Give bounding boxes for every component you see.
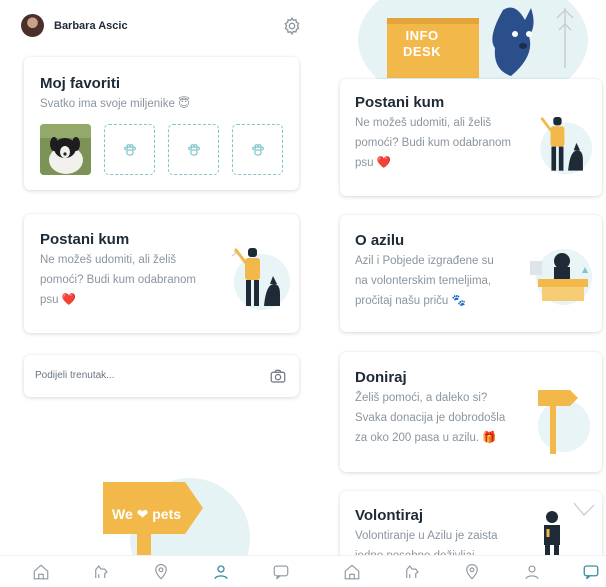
- camera-icon[interactable]: [269, 367, 287, 385]
- donate-title: Doniraj: [355, 369, 407, 386]
- sponsor-card[interactable]: Postani kum Ne možeš udomiti, ali želiš …: [340, 79, 602, 196]
- bottom-tab-bar: [0, 555, 303, 587]
- about-shelter-card[interactable]: O azilu Azil i Pobjede izgrađene su na v…: [340, 215, 602, 332]
- person-with-dog-illustration: [540, 117, 593, 175]
- info-desk-sign: INFO DESK: [403, 28, 442, 59]
- profile-icon[interactable]: [523, 563, 541, 581]
- location-icon[interactable]: [152, 563, 170, 581]
- location-icon[interactable]: [463, 563, 481, 581]
- signpost-illustration: [538, 390, 590, 454]
- favorites-title: Moj favoriti: [40, 75, 121, 92]
- about-text: Azil i Pobjede izgrađene su na volonters…: [355, 255, 494, 307]
- favorite-dog-photo[interactable]: [40, 124, 91, 175]
- profile-icon[interactable]: [212, 563, 230, 581]
- profile-screen: Barbara Ascic Moj favoriti Svatko ima sv…: [0, 0, 303, 587]
- dog-icon[interactable]: [92, 563, 110, 581]
- home-icon[interactable]: [32, 563, 50, 581]
- gear-icon[interactable]: [282, 16, 302, 36]
- favorite-slot-empty[interactable]: [104, 124, 155, 175]
- chat-icon[interactable]: [582, 563, 600, 581]
- home-screen: INFO DESK Postani kum Ne možeš udomiti, …: [303, 0, 606, 587]
- we-love-pets-sign-text: We ❤ pets: [112, 506, 182, 522]
- donate-text: Želiš pomoći, a daleko si? Svaka donacij…: [355, 392, 506, 444]
- sponsor-text: Ne možeš udomiti, ali želiš pomoći? Budi…: [40, 254, 196, 306]
- share-moment-input[interactable]: Podijeli trenutak...: [24, 355, 299, 397]
- donate-card[interactable]: Doniraj Želiš pomoći, a daleko si? Svaka…: [340, 352, 602, 472]
- reception-desk-illustration: [530, 249, 592, 305]
- favorite-slot-empty[interactable]: [168, 124, 219, 175]
- bottom-tab-bar: [303, 555, 606, 587]
- share-placeholder: Podijeli trenutak...: [35, 370, 115, 381]
- favorite-slot-empty[interactable]: [232, 124, 283, 175]
- info-desk-banner-illustration: [358, 0, 588, 80]
- favorites-card: Moj favoriti Svatko ima svoje miljenike …: [24, 57, 299, 190]
- paw-icon: [123, 143, 136, 156]
- person-with-dog-illustration: [231, 248, 290, 310]
- sponsor-title: Postani kum: [40, 231, 130, 248]
- chat-icon[interactable]: [272, 563, 290, 581]
- sponsor-title: Postani kum: [355, 94, 445, 111]
- volunteer-illustration: [544, 502, 595, 559]
- sponsor-text: Ne možeš udomiti, ali želiš pomoći? Budi…: [355, 117, 511, 169]
- dog-icon[interactable]: [403, 563, 421, 581]
- favorites-subtitle: Svatko ima svoje miljenike 😇: [40, 98, 191, 110]
- avatar[interactable]: [21, 14, 44, 37]
- paw-icon: [187, 143, 200, 156]
- paw-icon: [251, 143, 264, 156]
- about-title: O azilu: [355, 232, 405, 249]
- volunteer-title: Volontiraj: [355, 507, 424, 524]
- sponsor-card[interactable]: Postani kum Ne možeš udomiti, ali želiš …: [24, 214, 299, 333]
- home-icon[interactable]: [343, 563, 361, 581]
- username: Barbara Ascic: [54, 20, 128, 32]
